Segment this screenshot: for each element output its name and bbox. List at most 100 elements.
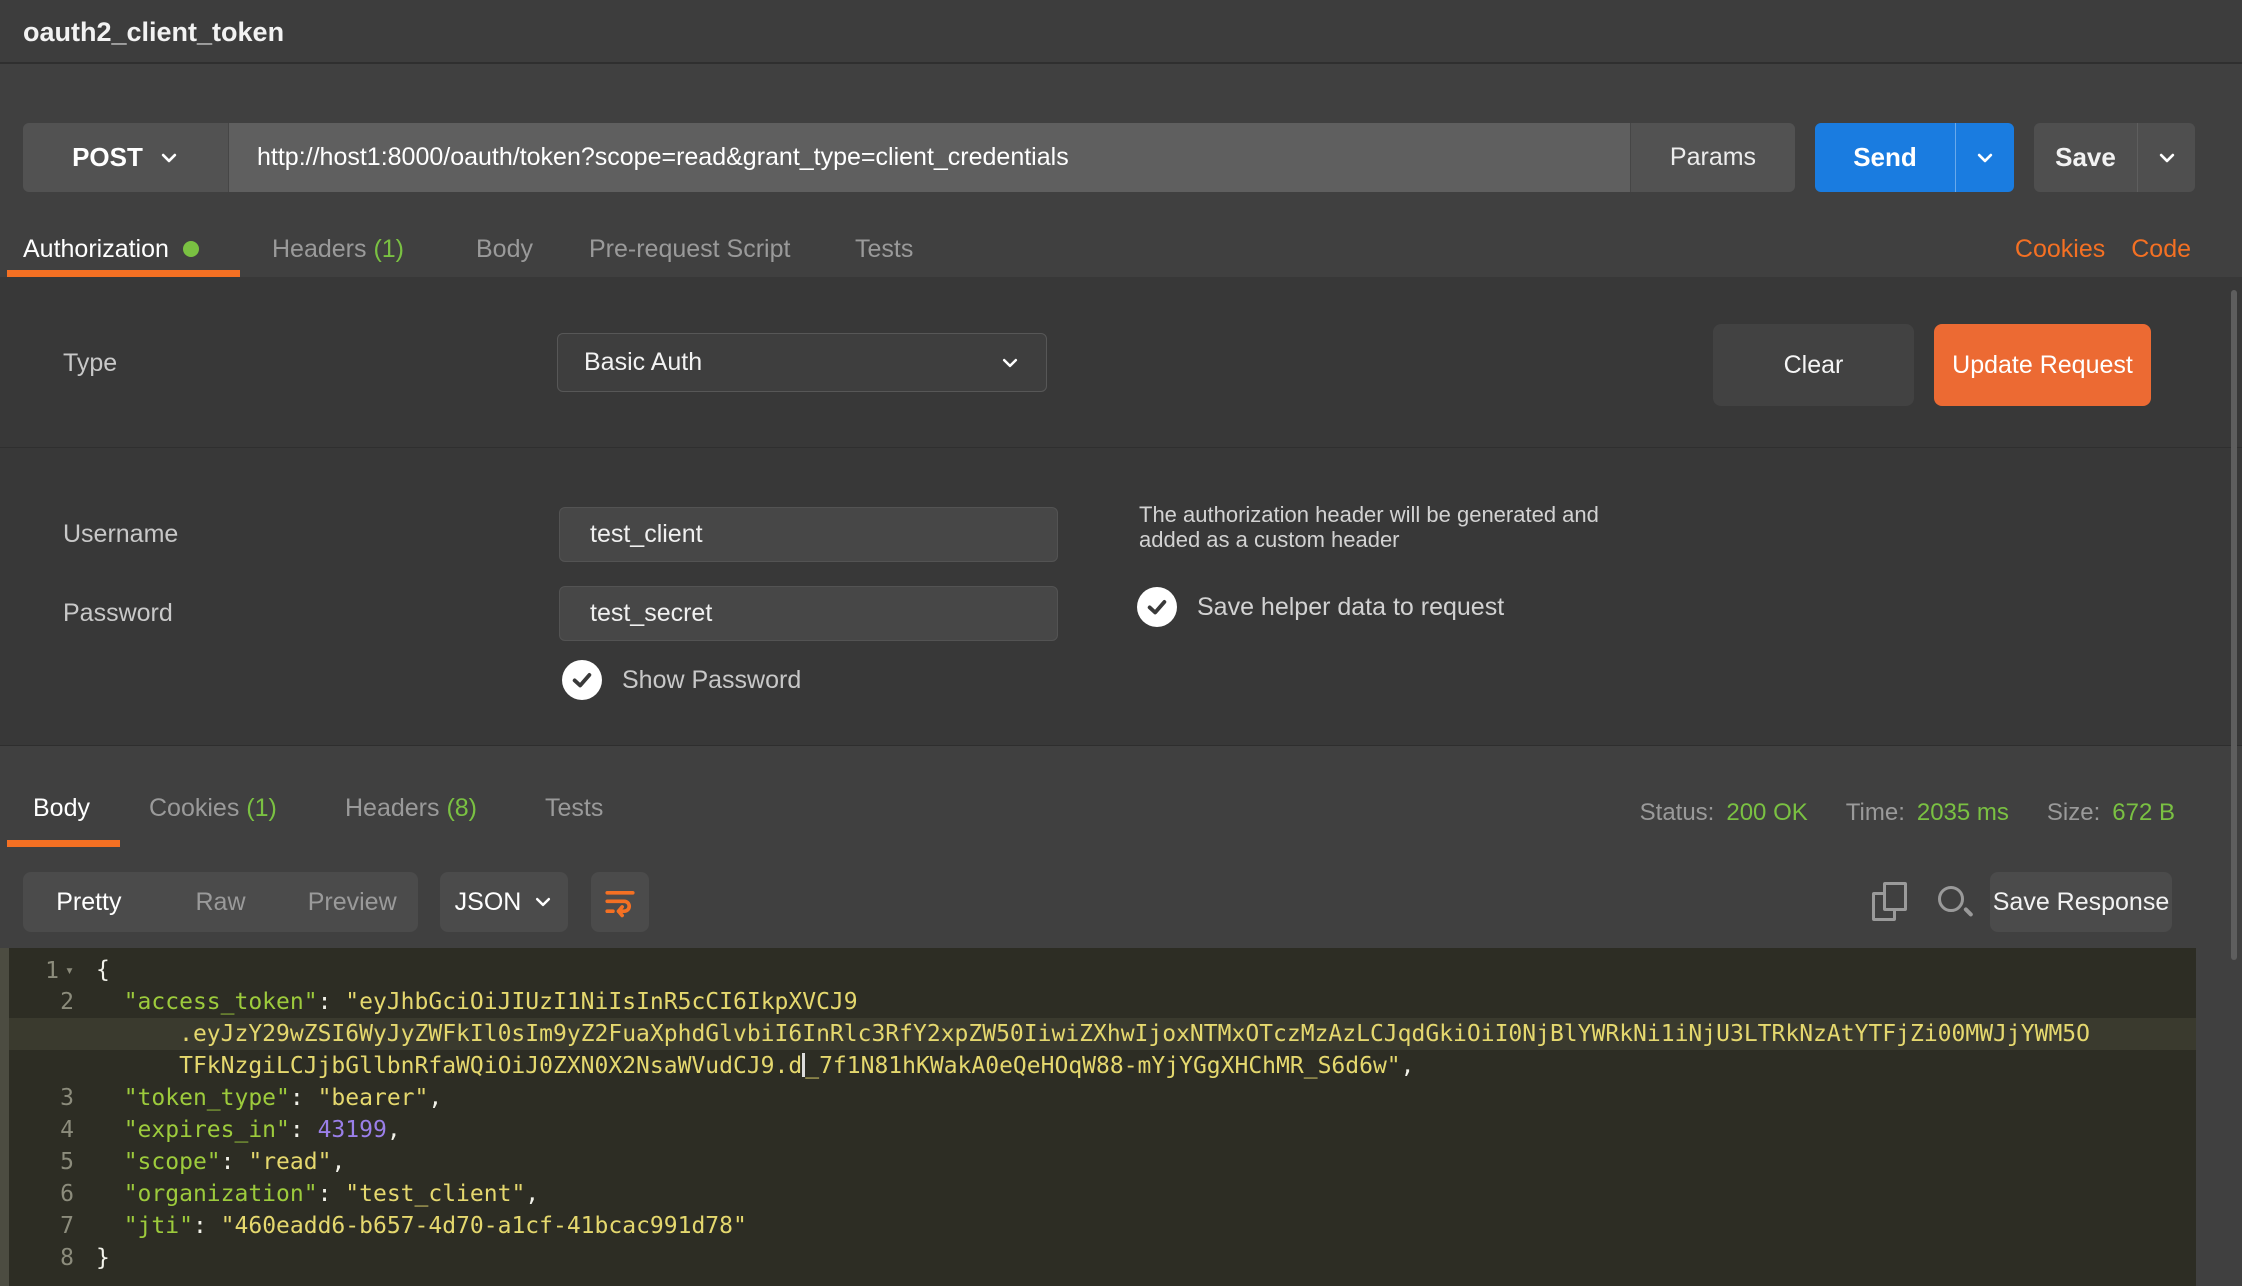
code-text: "token_type": "bearer",: [96, 1082, 442, 1114]
line-number: 4: [0, 1114, 96, 1146]
tab-tests-label: Tests: [855, 235, 913, 263]
chevron-down-icon: [1975, 148, 1995, 168]
code-link[interactable]: Code: [2131, 235, 2191, 264]
line-number: 5: [0, 1146, 96, 1178]
response-tab-headers-label: Headers: [345, 794, 440, 822]
request-links: Cookies Code: [2015, 235, 2191, 264]
update-request-label: Update Request: [1952, 351, 2133, 380]
divider: [0, 447, 2242, 448]
response-toolbar: Pretty Raw Preview JSON Save Response: [0, 872, 2242, 932]
code-line: .eyJzY29wZSI6WyJyZWFkIl0sIm9yZ2FuaXphdGl…: [0, 1018, 2196, 1050]
response-tab-tests[interactable]: Tests: [545, 794, 603, 823]
view-mode-segmented: Pretty Raw Preview: [23, 872, 418, 932]
wrap-text-icon: [603, 885, 637, 919]
save-response-button[interactable]: Save Response: [1990, 872, 2172, 932]
save-options-button[interactable]: [2137, 123, 2195, 192]
save-response-label: Save Response: [1993, 888, 2170, 917]
fold-caret-icon[interactable]: ▾: [65, 961, 74, 979]
response-tab-headers[interactable]: Headers (8): [345, 794, 477, 823]
search-icon: [1963, 907, 1973, 917]
url-input[interactable]: [229, 123, 1630, 192]
type-label: Type: [63, 349, 117, 378]
code-line: 7 "jti": "460eadd6-b657-4d70-a1cf-41bcac…: [0, 1210, 2196, 1242]
response-tab-headers-count: (8): [446, 794, 477, 822]
update-request-button[interactable]: Update Request: [1934, 324, 2151, 406]
password-field[interactable]: [559, 586, 1058, 641]
save-button[interactable]: Save: [2034, 123, 2137, 192]
line-number: 6: [0, 1178, 96, 1210]
request-title: oauth2_client_token: [23, 0, 284, 64]
save-split-button: Save: [2034, 123, 2195, 192]
save-label: Save: [2055, 142, 2116, 173]
response-tab-body[interactable]: Body: [33, 794, 90, 823]
response-tabs: Body Cookies (1) Headers (8) Tests Statu…: [0, 786, 2242, 847]
send-options-button[interactable]: [1955, 123, 2014, 192]
line-number: [0, 1050, 96, 1082]
status-group: Status: 200 OK: [1640, 799, 1808, 827]
tab-authorization[interactable]: Authorization: [23, 235, 199, 264]
username-field[interactable]: [559, 507, 1058, 562]
url-builder-row: POST Params Send Save: [23, 123, 2195, 192]
response-tab-cookies-count: (1): [246, 794, 277, 822]
code-text: TFkNzgiLCJjbGllbnRfaWQiOiJ0ZXN0X2NsaWVud…: [96, 1050, 1415, 1082]
auth-type-dropdown[interactable]: Basic Auth: [557, 333, 1047, 392]
view-mode-pretty[interactable]: Pretty: [23, 872, 155, 932]
response-tab-tests-label: Tests: [545, 794, 603, 822]
params-button[interactable]: Params: [1630, 123, 1795, 192]
time-group: Time: 2035 ms: [1846, 799, 2009, 827]
line-number: 3: [0, 1082, 96, 1114]
code-line: 4 "expires_in": 43199,: [0, 1114, 2196, 1146]
code-text: "jti": "460eadd6-b657-4d70-a1cf-41bcac99…: [96, 1210, 747, 1242]
postman-window: { "titlebar": { "title": "oauth2_client_…: [0, 0, 2242, 1286]
show-password-toggle[interactable]: Show Password: [562, 660, 801, 700]
checkbox-checked-icon[interactable]: [562, 660, 602, 700]
checkbox-checked-icon[interactable]: [1137, 587, 1177, 627]
clear-button[interactable]: Clear: [1713, 324, 1914, 406]
copy-icon: [1883, 882, 1907, 911]
send-split-button: Send: [1815, 123, 2014, 192]
auth-type-value: Basic Auth: [584, 348, 702, 377]
copy-response-button[interactable]: [1872, 882, 1916, 926]
url-pill: POST Params: [23, 123, 1795, 192]
tab-prerequest-script[interactable]: Pre-request Script: [589, 235, 790, 264]
view-mode-preview[interactable]: Preview: [286, 872, 418, 932]
save-helper-label: Save helper data to request: [1197, 593, 1504, 622]
code-line: 5 "scope": "read",: [0, 1146, 2196, 1178]
send-button[interactable]: Send: [1815, 123, 1955, 192]
response-tab-body-label: Body: [33, 794, 90, 822]
tab-body-label: Body: [476, 235, 533, 263]
response-status-line: Status: 200 OK Time: 2035 ms Size: 672 B: [1640, 786, 2175, 840]
format-value: JSON: [455, 888, 522, 917]
tab-headers[interactable]: Headers (1): [272, 235, 404, 264]
tab-headers-label: Headers: [272, 235, 367, 263]
params-label: Params: [1670, 143, 1756, 172]
code-text: .eyJzY29wZSI6WyJyZWFkIl0sIm9yZ2FuaXphdGl…: [96, 1018, 2090, 1050]
chevron-down-icon: [2157, 148, 2177, 168]
format-dropdown[interactable]: JSON: [440, 872, 568, 932]
tab-body[interactable]: Body: [476, 235, 533, 264]
code-rows: 1▾{2 "access_token": "eyJhbGciOiJIUzI1Ni…: [0, 954, 2196, 1274]
wrap-text-button[interactable]: [591, 872, 649, 932]
search-response-button[interactable]: [1936, 884, 1976, 924]
tab-tests[interactable]: Tests: [855, 235, 913, 264]
line-number: 1▾: [0, 954, 96, 986]
code-line: TFkNzgiLCJjbGllbnRfaWQiOiJ0ZXN0X2NsaWVud…: [0, 1050, 2196, 1082]
response-tab-cookies[interactable]: Cookies (1): [149, 794, 277, 823]
line-number: 2: [0, 986, 96, 1018]
method-dropdown[interactable]: POST: [23, 123, 229, 192]
size-group: Size: 672 B: [2047, 799, 2175, 827]
view-mode-raw[interactable]: Raw: [155, 872, 287, 932]
time-label: Time:: [1846, 799, 1905, 827]
scrollbar[interactable]: [2231, 290, 2237, 960]
method-label: POST: [72, 142, 143, 173]
request-tab-bar: oauth2_client_token: [0, 0, 2242, 64]
code-line: 8}: [0, 1242, 2196, 1274]
code-text: "access_token": "eyJhbGciOiJIUzI1NiIsInR…: [96, 986, 858, 1018]
code-line: 6 "organization": "test_client",: [0, 1178, 2196, 1210]
size-value: 672 B: [2112, 799, 2175, 827]
cookies-link[interactable]: Cookies: [2015, 235, 2105, 264]
response-body-editor[interactable]: 1▾{2 "access_token": "eyJhbGciOiJIUzI1Ni…: [0, 948, 2196, 1286]
line-number: 8: [0, 1242, 96, 1274]
save-helper-toggle[interactable]: Save helper data to request: [1137, 587, 1504, 627]
size-label: Size:: [2047, 799, 2100, 827]
